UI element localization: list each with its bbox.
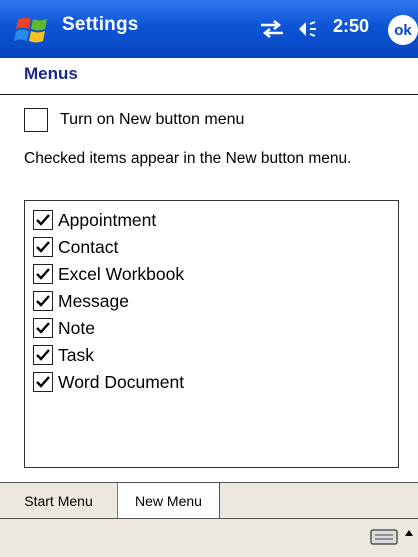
item-checkbox[interactable]	[33, 291, 53, 311]
checkmark-icon	[36, 295, 50, 307]
item-checkbox[interactable]	[33, 264, 53, 284]
item-checkbox[interactable]	[33, 237, 53, 257]
item-checkbox[interactable]	[33, 345, 53, 365]
tab-new-menu[interactable]: New Menu	[118, 483, 220, 518]
item-label: Contact	[58, 236, 119, 257]
checkmark-icon	[36, 349, 50, 361]
keyboard-icon[interactable]	[370, 528, 400, 546]
tab-label: New Menu	[135, 492, 202, 509]
list-item-message[interactable]: Message	[33, 288, 129, 314]
list-item-excel-workbook[interactable]: Excel Workbook	[33, 261, 184, 287]
menu-bar	[0, 518, 418, 557]
tab-label: Start Menu	[24, 492, 93, 509]
tab-strip-filler	[220, 483, 418, 518]
ok-label: ok	[394, 21, 412, 39]
checkmark-icon	[36, 322, 50, 334]
list-item-contact[interactable]: Contact	[33, 234, 118, 260]
turn-on-new-menu-option[interactable]: Turn on New button menu	[24, 108, 244, 132]
checkmark-icon	[36, 376, 50, 388]
volume-icon[interactable]	[296, 17, 322, 41]
heading-divider	[0, 94, 418, 95]
item-checkbox[interactable]	[33, 372, 53, 392]
item-label: Excel Workbook	[58, 263, 185, 284]
checkmark-icon	[36, 214, 50, 226]
up-arrow-icon[interactable]	[404, 528, 414, 538]
new-menu-items-list[interactable]: Appointment Contact Excel Workbook Messa…	[24, 200, 399, 468]
list-item-note[interactable]: Note	[33, 315, 95, 341]
item-checkbox[interactable]	[33, 318, 53, 338]
tab-start-menu[interactable]: Start Menu	[0, 483, 118, 518]
ok-button[interactable]: ok	[388, 15, 418, 45]
list-item-word-document[interactable]: Word Document	[33, 369, 184, 395]
connectivity-icon[interactable]	[257, 18, 287, 40]
checkmark-icon	[36, 241, 50, 253]
windows-flag-icon[interactable]	[14, 12, 50, 46]
item-label: Message	[58, 290, 130, 311]
tab-strip: Start Menu New Menu	[0, 482, 418, 519]
item-checkbox[interactable]	[33, 210, 53, 230]
item-label: Note	[58, 317, 95, 338]
title-bar: Settings 2:50 ok	[0, 0, 418, 58]
page-title: Menus	[24, 64, 78, 83]
description-text: Checked items appear in the New button m…	[24, 150, 352, 167]
item-label: Task	[58, 344, 94, 365]
clock[interactable]: 2:50	[333, 16, 369, 37]
checkmark-icon	[36, 268, 50, 280]
item-label: Word Document	[58, 371, 185, 392]
list-item-appointment[interactable]: Appointment	[33, 207, 156, 233]
list-item-task[interactable]: Task	[33, 342, 94, 368]
turn-on-checkbox[interactable]	[24, 108, 48, 132]
app-title: Settings	[62, 14, 139, 35]
item-label: Appointment	[58, 209, 157, 230]
turn-on-label: Turn on New button menu	[60, 111, 245, 128]
